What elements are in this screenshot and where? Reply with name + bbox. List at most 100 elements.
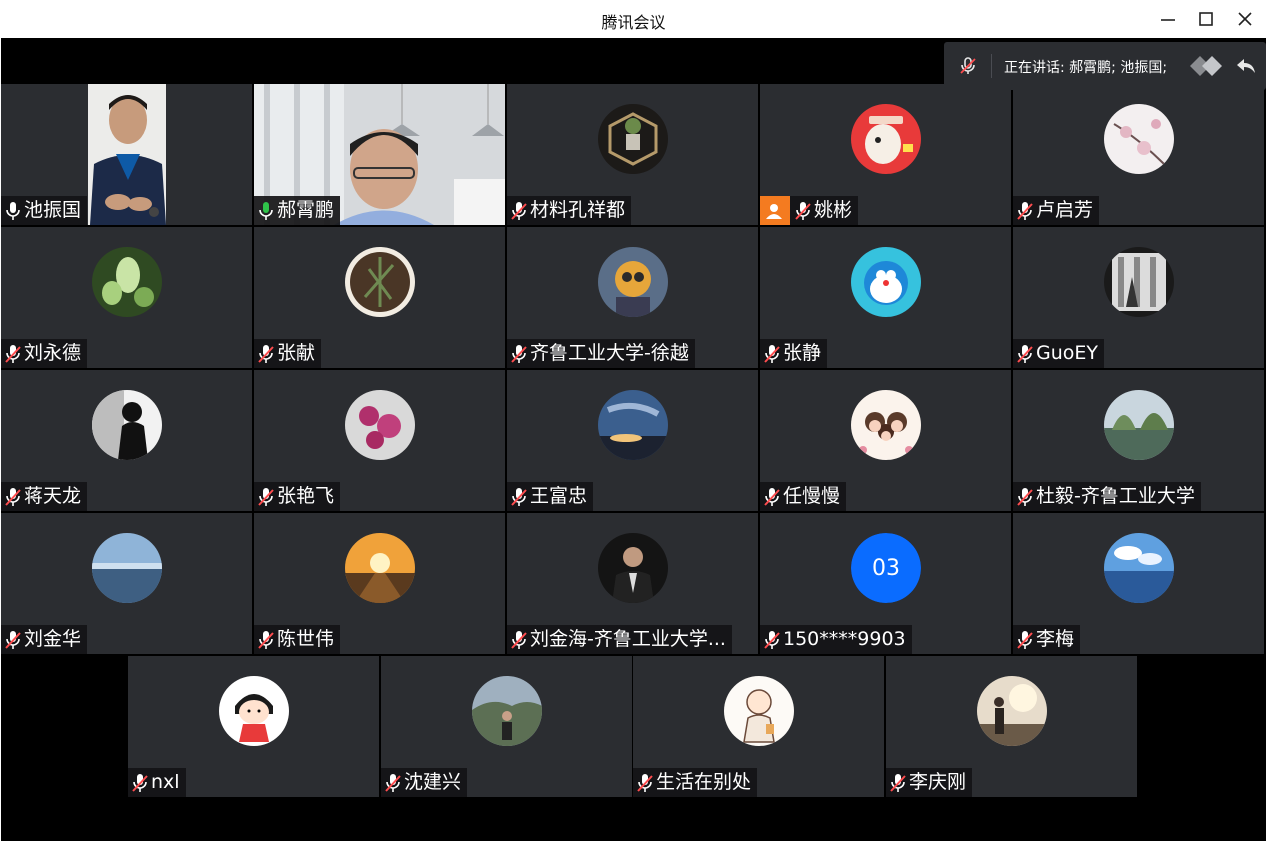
participant-tile[interactable]: 刘金华 bbox=[1, 513, 252, 654]
avatar bbox=[1104, 533, 1174, 603]
participant-tile[interactable]: 张静 bbox=[760, 227, 1011, 368]
nameplate: 沈建兴 bbox=[381, 768, 468, 797]
mic-muted-icon bbox=[258, 630, 274, 649]
participant-tile[interactable]: 齐鲁工业大学-徐越 bbox=[507, 227, 758, 368]
mic-muted-icon bbox=[795, 201, 811, 220]
nameplate: 生活在别处 bbox=[633, 768, 758, 797]
participant-tile[interactable]: 03 150****9903 bbox=[760, 513, 1011, 654]
close-icon bbox=[1238, 12, 1252, 26]
participant-name: nxl bbox=[151, 771, 180, 793]
avatar bbox=[1104, 390, 1174, 460]
participant-tile[interactable]: 蒋天龙 bbox=[1, 370, 252, 511]
participant-tile[interactable]: 杜毅-齐鲁工业大学 bbox=[1013, 370, 1264, 511]
avatar bbox=[598, 104, 668, 174]
window-title: 腾讯会议 bbox=[601, 13, 666, 32]
participant-tile[interactable]: 卢启芳 bbox=[1013, 84, 1264, 225]
nameplate: 任慢慢 bbox=[760, 482, 847, 511]
avatar bbox=[598, 247, 668, 317]
participant-tile[interactable]: 生活在别处 bbox=[633, 656, 884, 797]
avatar bbox=[345, 533, 415, 603]
mic-muted-icon bbox=[511, 630, 527, 649]
video-feed bbox=[88, 84, 166, 225]
minimize-button[interactable] bbox=[1153, 6, 1183, 32]
maximize-button[interactable] bbox=[1191, 6, 1221, 32]
avatar bbox=[92, 533, 162, 603]
avatar bbox=[345, 247, 415, 317]
mic-muted-icon bbox=[5, 487, 21, 506]
participant-tile[interactable]: 池振国 bbox=[1, 84, 252, 225]
participant-name: 卢启芳 bbox=[1036, 199, 1094, 221]
participant-name: 姚彬 bbox=[814, 199, 853, 221]
nameplate: 张静 bbox=[760, 339, 828, 368]
collapse-arrow-icon[interactable] bbox=[1234, 54, 1258, 82]
participant-tile[interactable]: 李庆刚 bbox=[886, 656, 1137, 797]
avatar bbox=[472, 676, 542, 746]
participant-name: 陈世伟 bbox=[277, 628, 335, 650]
participant-tile[interactable]: nxl bbox=[128, 656, 379, 797]
mic-muted-icon bbox=[1017, 201, 1033, 220]
nameplate: 刘永德 bbox=[1, 339, 88, 368]
participant-tile[interactable]: 王富忠 bbox=[507, 370, 758, 511]
nameplate: 池振国 bbox=[1, 196, 88, 225]
participant-name: GuoEY bbox=[1036, 342, 1099, 364]
nameplate: nxl bbox=[128, 768, 186, 797]
mic-muted-icon bbox=[5, 630, 21, 649]
mic-muted-icon bbox=[511, 201, 527, 220]
participant-name: 生活在别处 bbox=[656, 771, 752, 793]
mic-muted-icon bbox=[511, 487, 527, 506]
speaker-avatars-icon bbox=[1190, 54, 1230, 82]
avatar bbox=[1104, 104, 1174, 174]
participant-name: 杜毅-齐鲁工业大学 bbox=[1036, 485, 1195, 507]
avatar bbox=[851, 247, 921, 317]
nameplate: 郝霄鹏 bbox=[254, 196, 341, 225]
participant-name: 张静 bbox=[783, 342, 822, 364]
speaking-label: 正在讲话: 郝霄鹏; 池振国; bbox=[1004, 60, 1168, 76]
speaking-indicator[interactable]: 正在讲话: 郝霄鹏; 池振国; bbox=[944, 42, 1266, 90]
participant-name: 王富忠 bbox=[530, 485, 588, 507]
close-button[interactable] bbox=[1230, 6, 1260, 32]
number-avatar: 03 bbox=[851, 533, 921, 603]
mic-muted-icon bbox=[385, 773, 401, 792]
mic-muted-icon bbox=[511, 344, 527, 363]
mic-muted-icon bbox=[764, 344, 780, 363]
mic-icon bbox=[6, 201, 20, 220]
participant-tile-active[interactable]: 郝霄鹏 bbox=[254, 84, 505, 225]
mic-muted-icon bbox=[258, 344, 274, 363]
participant-tile[interactable]: 张艳飞 bbox=[254, 370, 505, 511]
participant-tile[interactable]: GuoEY bbox=[1013, 227, 1264, 368]
nameplate: 齐鲁工业大学-徐越 bbox=[507, 339, 695, 368]
mic-muted-icon bbox=[890, 773, 906, 792]
nameplate: 杜毅-齐鲁工业大学 bbox=[1013, 482, 1201, 511]
participant-tile[interactable]: 沈建兴 bbox=[381, 656, 632, 797]
participant-name: 李庆刚 bbox=[909, 771, 967, 793]
participant-name: 刘永德 bbox=[24, 342, 82, 364]
participant-name: 任慢慢 bbox=[783, 485, 841, 507]
participant-name: 郝霄鹏 bbox=[277, 199, 335, 221]
participant-tile[interactable]: 陈世伟 bbox=[254, 513, 505, 654]
participant-tile[interactable]: 材料孔祥都 bbox=[507, 84, 758, 225]
participant-name: 150****9903 bbox=[783, 628, 906, 650]
participant-name: 齐鲁工业大学-徐越 bbox=[530, 342, 689, 364]
participant-name: 李梅 bbox=[1036, 628, 1075, 650]
participant-name: 张献 bbox=[277, 342, 316, 364]
nameplate: 刘金华 bbox=[1, 625, 88, 654]
nameplate: 陈世伟 bbox=[254, 625, 341, 654]
participant-name: 刘金海-齐鲁工业大学... bbox=[530, 628, 726, 650]
nameplate: 卢启芳 bbox=[1013, 196, 1100, 225]
nameplate: 李庆刚 bbox=[886, 768, 973, 797]
participant-tile[interactable]: 刘金海-齐鲁工业大学... bbox=[507, 513, 758, 654]
participant-name: 材料孔祥都 bbox=[530, 199, 626, 221]
participant-name: 池振国 bbox=[24, 199, 82, 221]
mic-muted-icon bbox=[132, 773, 148, 792]
participant-tile[interactable]: 任慢慢 bbox=[760, 370, 1011, 511]
participant-tile[interactable]: 姚彬 bbox=[760, 84, 1011, 225]
participant-tile[interactable]: 刘永德 bbox=[1, 227, 252, 368]
nameplate: 材料孔祥都 bbox=[507, 196, 632, 225]
maximize-icon bbox=[1199, 12, 1213, 26]
participant-tile[interactable]: 李梅 bbox=[1013, 513, 1264, 654]
divider bbox=[991, 54, 992, 78]
avatar bbox=[92, 390, 162, 460]
mic-muted-icon bbox=[764, 630, 780, 649]
participant-tile[interactable]: 张献 bbox=[254, 227, 505, 368]
mic-muted-icon[interactable] bbox=[958, 56, 978, 80]
